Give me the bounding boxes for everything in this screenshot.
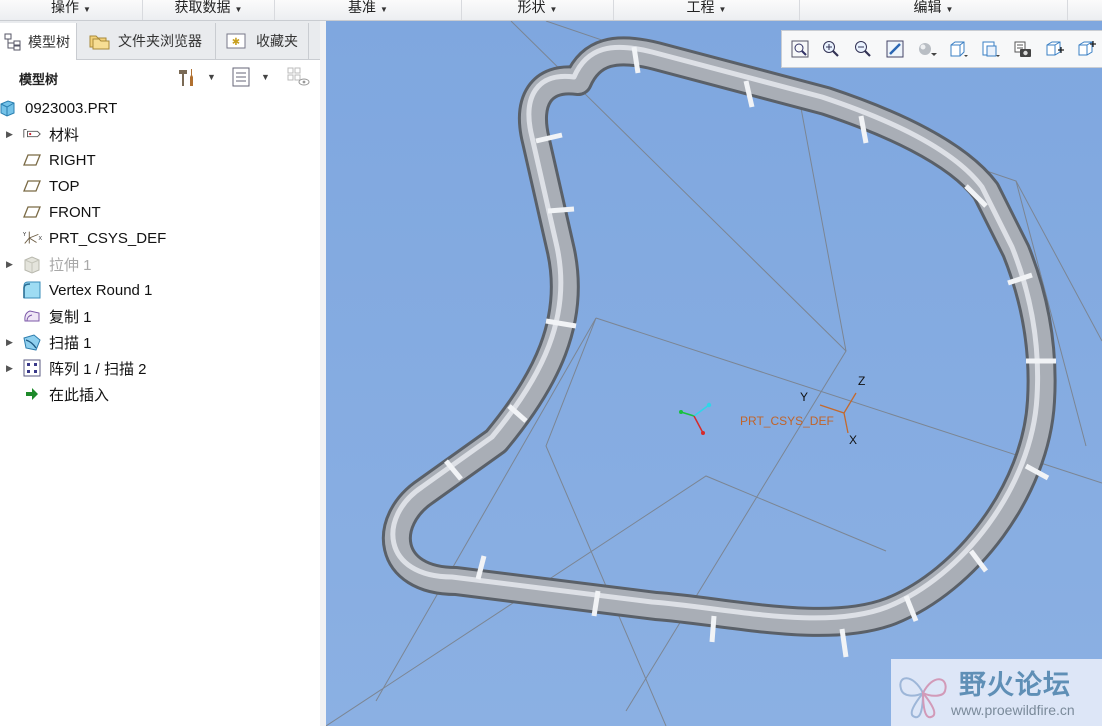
tree-item-label: RIGHT [49, 151, 96, 169]
refit-icon[interactable] [789, 38, 811, 60]
vertex-round-icon [22, 280, 42, 300]
model-tree-icon [4, 33, 22, 51]
show-dropdown-chevron-icon[interactable]: ▼ [261, 72, 271, 82]
tree-header: 模型树 ▼ ▼ [0, 60, 320, 94]
tools-dropdown-chevron-icon[interactable]: ▼ [207, 72, 217, 82]
chevron-down-icon: ▼ [234, 5, 243, 14]
tree-item-label: 复制 1 [49, 308, 92, 326]
tree-item-label: PRT_CSYS_DEF [49, 229, 167, 247]
tree-item-label: 0923003.PRT [25, 99, 118, 117]
menu-operations[interactable]: 操作 ▼ [0, 0, 143, 20]
tree-item-front-plane[interactable]: FRONT [0, 199, 318, 225]
tab-folder-browser[interactable]: 文件夹浏览器 [78, 23, 216, 59]
expand-arrow-icon[interactable]: ▶ [6, 259, 13, 270]
chevron-down-icon: ▼ [718, 5, 727, 14]
tree-item-label: FRONT [49, 203, 101, 221]
sweep-tube-shadow [381, 36, 1057, 637]
chevron-down-icon: ▼ [83, 5, 91, 14]
tree-item-label: 阵列 1 / 扫描 2 [49, 360, 147, 378]
insert-here-arrow-icon [22, 384, 42, 404]
tree-item-insert-here[interactable]: 在此插入 [0, 381, 318, 407]
tree-item-sweep[interactable]: ▶ 扫描 1 [0, 329, 318, 355]
expand-arrow-icon[interactable]: ▶ [6, 129, 13, 140]
tree-item-extrude[interactable]: ▶ 拉伸 1 [0, 251, 318, 277]
chevron-down-icon: ▼ [380, 5, 388, 14]
menu-editing[interactable]: 编辑 ▼ [800, 0, 1068, 20]
menu-engineering[interactable]: 工程 ▼ [614, 0, 800, 20]
left-panel: 模型树 文件夹浏览器 ✱ 收藏夹 模型树 ▼ ▼ 0923003.PRT ▶ 材… [0, 21, 321, 726]
tree-item-csys[interactable]: YX PRT_CSYS_DEF [0, 225, 318, 251]
tree-item-label: 拉伸 1 [49, 256, 92, 274]
tree-item-label: TOP [49, 177, 80, 195]
watermark-title: 野火论坛 [959, 670, 1071, 700]
tree-item-label: Vertex Round 1 [49, 281, 153, 299]
datum-plane-icon [22, 202, 42, 222]
model-graphics [326, 21, 1102, 726]
folder-icon [88, 32, 110, 50]
tree-item-material[interactable]: ▶ 材料 [0, 121, 318, 147]
tree-item-right-plane[interactable]: RIGHT [0, 147, 318, 173]
extrude-icon [22, 254, 42, 274]
tree-item-pattern[interactable]: ▶ 阵列 1 / 扫描 2 [0, 355, 318, 381]
graphics-toolbar [781, 30, 1102, 68]
tree-header-title: 模型树 [19, 72, 59, 87]
zoom-out-icon[interactable] [852, 38, 874, 60]
expand-arrow-icon[interactable]: ▶ [6, 337, 13, 348]
pattern-icon [22, 358, 42, 378]
datum-plane-icon [22, 176, 42, 196]
tree-item-part[interactable]: 0923003.PRT [0, 95, 318, 121]
copy-icon [22, 306, 42, 326]
tab-favorites[interactable]: ✱ 收藏夹 [216, 23, 309, 59]
axis-label-x: X [849, 433, 858, 447]
view-triad [679, 402, 712, 435]
tree-item-vertex-round[interactable]: Vertex Round 1 [0, 277, 318, 303]
saved-views-icon[interactable] [948, 38, 970, 60]
zoom-in-icon[interactable] [820, 38, 842, 60]
tree-item-label: 在此插入 [49, 386, 110, 404]
filter-tree-icon[interactable] [286, 66, 310, 88]
menu-datum[interactable]: 基准 ▼ [275, 0, 462, 20]
sweep-tube-highlight [390, 44, 1041, 621]
material-icon [22, 124, 42, 144]
sweep-icon [22, 332, 42, 352]
svg-text:X: X [38, 236, 42, 242]
menu-shapes[interactable]: 形状 ▼ [462, 0, 614, 20]
datum-display-icon[interactable] [1044, 38, 1066, 60]
expand-arrow-icon[interactable]: ▶ [6, 363, 13, 374]
watermark-url: www.proewildfire.cn [951, 702, 1075, 718]
menu-get-data[interactable]: 获取数据 ▼ [143, 0, 275, 20]
chevron-down-icon: ▼ [945, 5, 954, 14]
graphics-viewport[interactable]: PRT_CSYS_DEF Z Y X 野火论坛 www.proewildfire… [326, 21, 1102, 726]
svg-text:✱: ✱ [232, 37, 240, 48]
tree-item-label: 材料 [49, 126, 80, 144]
forum-watermark: 野火论坛 www.proewildfire.cn [891, 659, 1102, 726]
csys-label: PRT_CSYS_DEF [740, 414, 834, 428]
view-manager-icon[interactable] [1012, 38, 1034, 60]
butterfly-logo-icon [899, 677, 947, 719]
display-style-icon[interactable] [916, 38, 938, 60]
favorites-icon: ✱ [226, 32, 246, 50]
tree-item-label: 扫描 1 [49, 334, 92, 352]
spin-center-icon[interactable] [1076, 38, 1098, 60]
settings-tools-icon[interactable] [176, 66, 198, 88]
menu-bar: 操作 ▼ 获取数据 ▼ 基准 ▼ 形状 ▼ 工程 ▼ 编辑 ▼ [0, 0, 1102, 21]
show-list-icon[interactable] [230, 66, 252, 88]
named-view-list-icon[interactable] [980, 38, 1002, 60]
axis-label-y: Y [800, 390, 809, 404]
csys-icon: YX [22, 228, 42, 248]
tree-item-top-plane[interactable]: TOP [0, 173, 318, 199]
repaint-icon[interactable] [884, 38, 906, 60]
part-icon [0, 98, 17, 118]
tab-model-tree[interactable]: 模型树 [0, 23, 77, 60]
svg-text:Y: Y [22, 232, 27, 238]
navigator-tabs: 模型树 文件夹浏览器 ✱ 收藏夹 [0, 21, 320, 60]
tree-item-copy[interactable]: 复制 1 [0, 303, 318, 329]
axis-label-z: Z [858, 374, 866, 388]
datum-plane-icon [22, 150, 42, 170]
chevron-down-icon: ▼ [549, 5, 558, 14]
